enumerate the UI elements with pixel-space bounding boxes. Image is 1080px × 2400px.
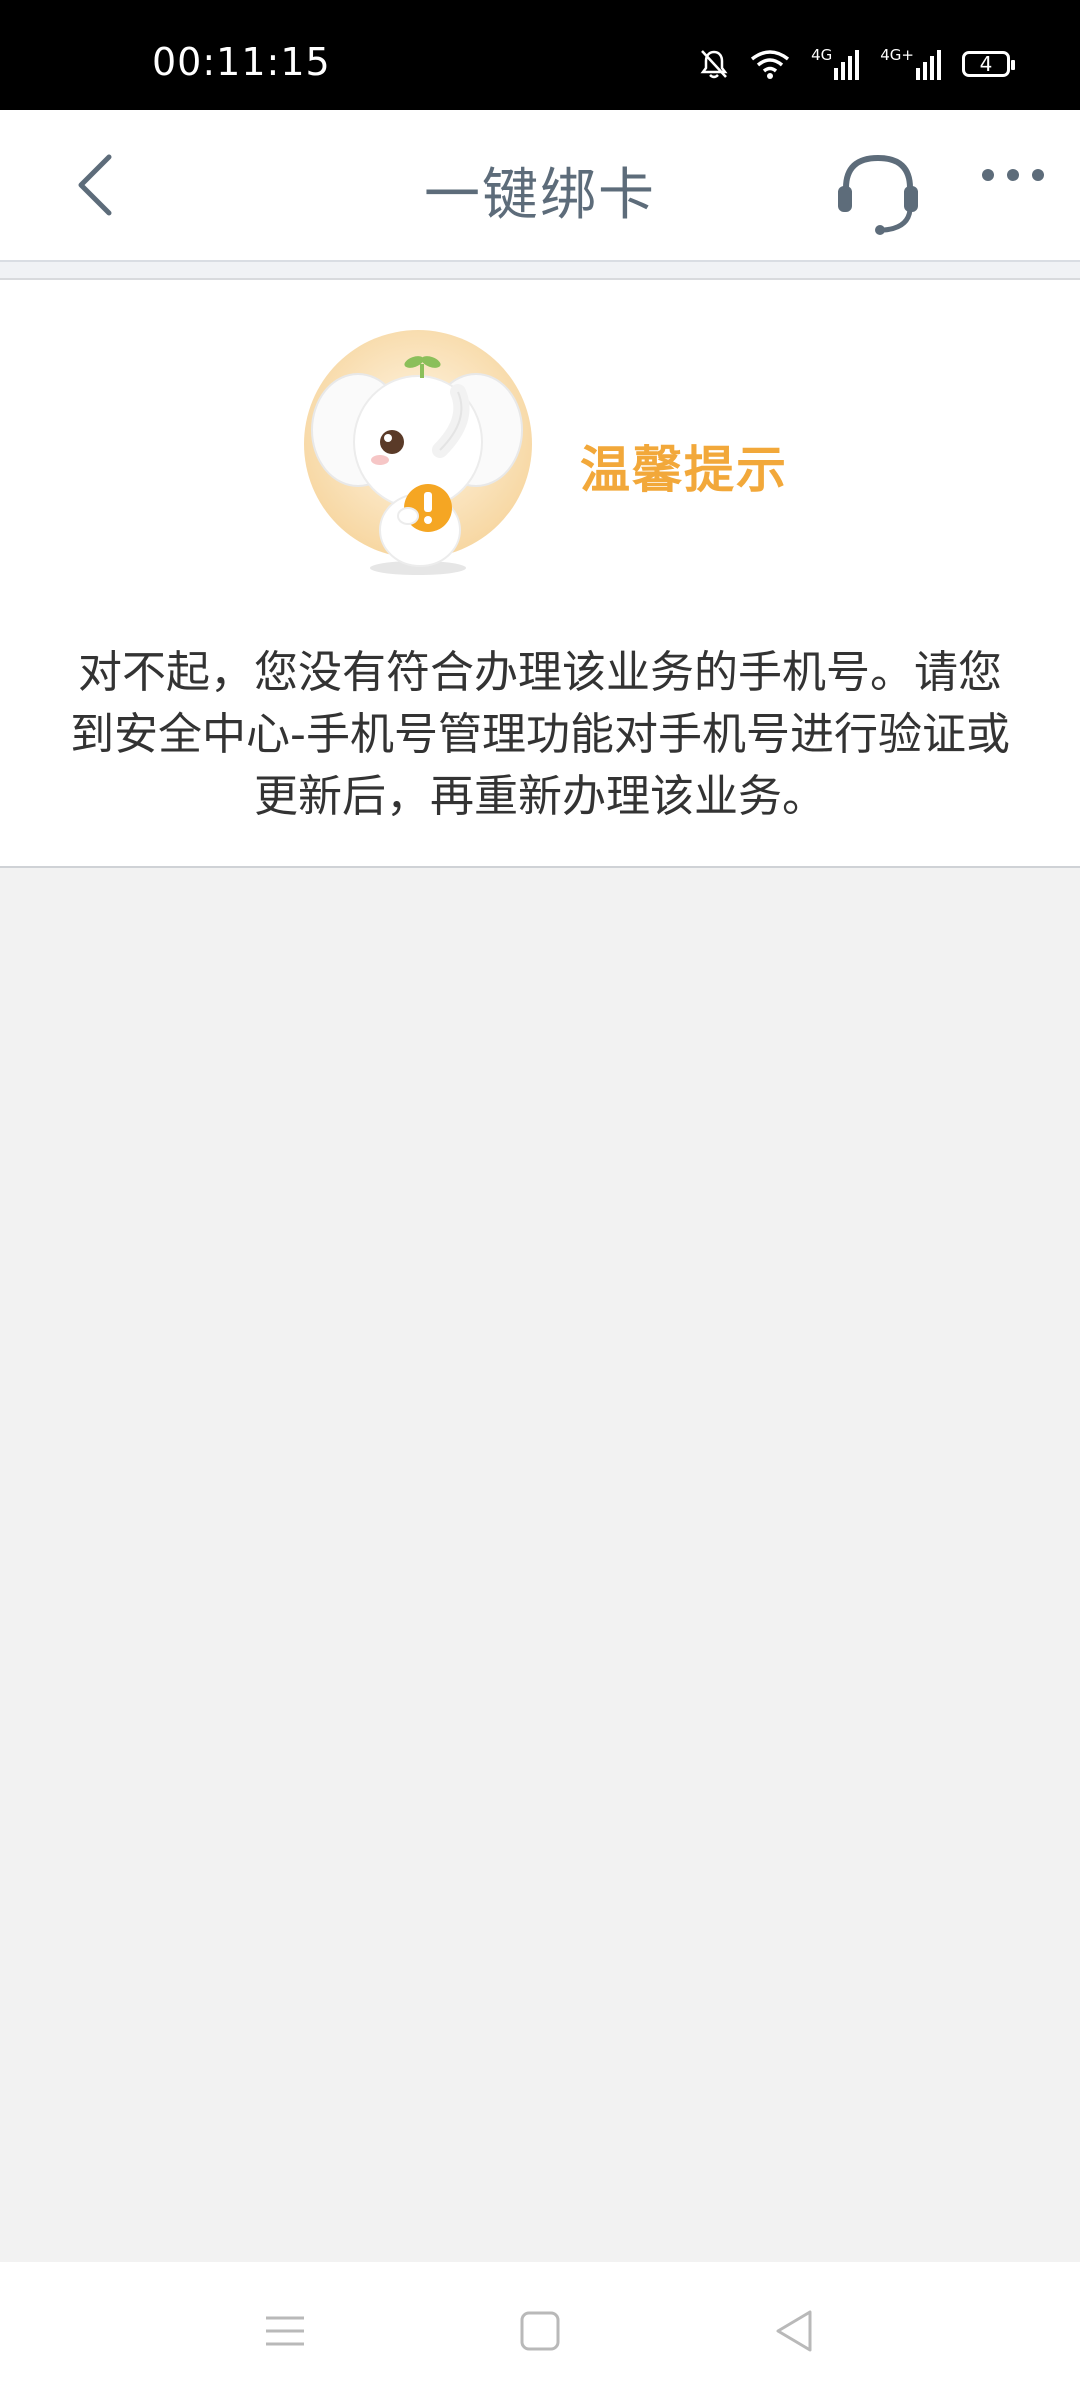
system-back-button[interactable] — [768, 2304, 822, 2358]
signal-4g-plus-icon: 4G+ — [880, 48, 942, 80]
header-divider — [0, 262, 1080, 280]
customer-support-button[interactable] — [836, 152, 920, 236]
elephant-mascot-warning-icon — [300, 330, 536, 580]
signal-4g-icon: 4G — [811, 48, 860, 80]
headset-icon — [838, 154, 918, 235]
more-horizontal-icon — [982, 169, 1044, 181]
network-type-label: 4G+ — [880, 46, 914, 64]
bell-muted-icon — [699, 48, 729, 80]
status-bar: 00:11:15 4G 4G+ 4 — [0, 0, 1080, 110]
notice-message: 对不起，您没有符合办理该业务的手机号。请您到安全中心-手机号管理功能对手机号进行… — [70, 647, 1010, 822]
header-bar: 一键绑卡 — [0, 110, 1080, 262]
home-button[interactable] — [513, 2304, 567, 2358]
status-time: 00:11:15 — [152, 40, 331, 84]
network-type-label: 4G — [811, 46, 833, 64]
status-icons: 4G 4G+ 4 — [699, 44, 1015, 84]
system-navigation-bar — [0, 2262, 1080, 2400]
wifi-icon — [749, 48, 791, 80]
back-triangle-icon — [776, 2310, 812, 2352]
notice-title: 温馨提示 — [580, 441, 788, 499]
notice-card: 温馨提示 对不起，您没有符合办理该业务的手机号。请您到安全中心-手机号管理功能对… — [0, 280, 1080, 868]
more-options-button[interactable] — [978, 160, 1048, 190]
menu-lines-icon — [266, 2316, 304, 2346]
empty-content-area — [0, 868, 1080, 2262]
home-square-icon — [520, 2311, 560, 2351]
recent-apps-button[interactable] — [258, 2304, 312, 2358]
battery-icon: 4 — [962, 51, 1015, 77]
